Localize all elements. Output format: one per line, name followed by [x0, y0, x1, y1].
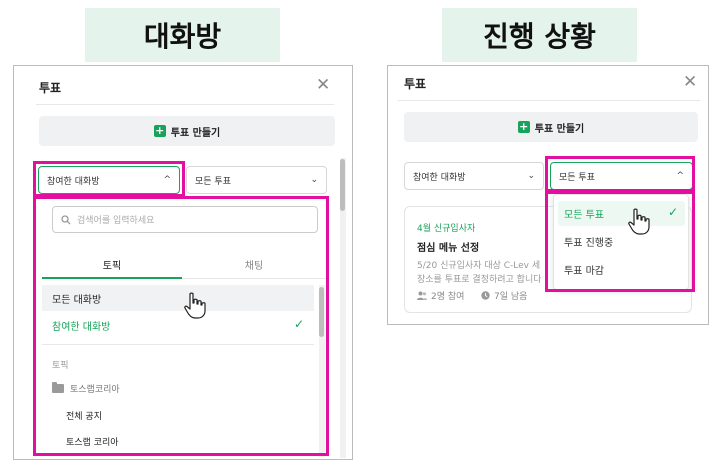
plus-icon: +: [153, 124, 166, 137]
chevron-down-icon: ⌄: [527, 171, 535, 181]
room-filter-label: 참여한 대화방: [413, 172, 466, 183]
people-icon: [417, 291, 427, 300]
card-remaining: 7일 남음: [481, 289, 527, 302]
close-icon[interactable]: ✕: [683, 74, 697, 91]
highlight-status-menu: [545, 191, 695, 292]
close-icon[interactable]: ✕: [316, 77, 330, 94]
divider: [398, 100, 700, 101]
room-filter-dropdown[interactable]: 참여한 대화방 ⌄: [404, 162, 544, 190]
card-description: 장소를 투표로 결정하려고 합니다: [417, 275, 542, 285]
card-description: 5/20 신규입사자 대상 C-Lev 세: [417, 261, 541, 271]
create-poll-label: 투표 만들기: [534, 123, 585, 135]
highlight-room-filter: [33, 161, 185, 197]
remaining-days: 7일 남음: [494, 292, 528, 302]
hand-cursor-icon: [628, 208, 650, 235]
card-topic-tag: 4월 신규입사자: [417, 224, 476, 234]
create-poll-button[interactable]: + 투표 만들기: [404, 112, 698, 142]
heading-chat-rooms: 대화방: [85, 8, 280, 62]
clock-icon: [481, 291, 490, 300]
chevron-down-icon: ⌄: [310, 175, 318, 185]
card-participants: 2명 참여: [417, 289, 464, 302]
status-filter-dropdown[interactable]: 모든 투표 ⌄: [186, 166, 327, 194]
hand-cursor-icon: [184, 292, 206, 319]
create-poll-button[interactable]: + 투표 만들기: [39, 116, 335, 146]
panel-title: 투표: [404, 77, 427, 91]
divider: [36, 104, 334, 105]
highlight-room-list: [33, 196, 329, 456]
highlight-status-filter: [545, 156, 695, 192]
participants-count: 2명 참여: [431, 292, 465, 302]
status-filter-label: 모든 투표: [195, 176, 231, 187]
plus-icon: +: [517, 120, 530, 133]
card-title: 점심 메뉴 선정: [417, 243, 480, 254]
create-poll-label: 투표 만들기: [170, 127, 221, 139]
panel-title: 투표: [39, 81, 62, 95]
panel-scroll-thumb[interactable]: [340, 159, 345, 211]
heading-progress-status: 진행 상황: [442, 8, 637, 62]
